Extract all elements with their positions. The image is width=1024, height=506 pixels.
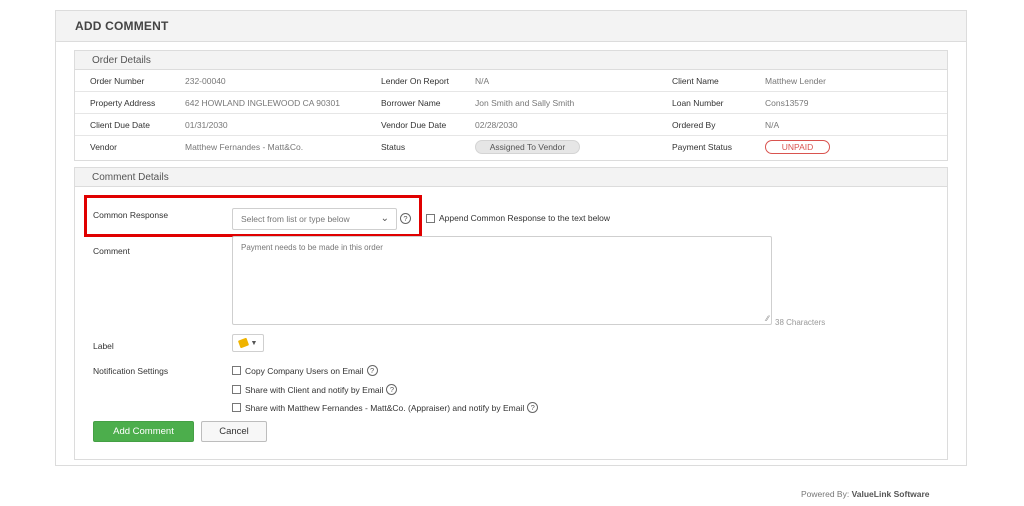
label-picker-button[interactable]: ▼ [232,334,264,352]
common-response-label: Common Response [93,210,169,220]
append-response-checkbox[interactable] [426,213,435,223]
order-details-title: Order Details [75,51,947,70]
share-with-client-label: Share with Client and notify by Email [245,384,384,395]
vendor-value: Matthew Fernandes - Matt&Co. [185,142,304,152]
resize-handle-icon[interactable]: ∕∕ [766,314,769,323]
share-with-appraiser-label: Share with Matthew Fernandes - Matt&Co. … [245,402,525,413]
client-due-date-value: 01/31/2030 [185,120,228,130]
copy-company-users-label: Copy Company Users on Email [245,365,364,376]
share-with-appraiser-checkbox[interactable] [232,403,241,412]
character-count: 38 Characters [775,318,826,327]
comment-textarea[interactable]: Payment needs to be made in this order ∕… [232,236,772,325]
vendor-label: Vendor [90,142,117,152]
append-response-option[interactable]: Append Common Response to the text below [426,213,610,223]
order-row: Property Address 642 HOWLAND INGLEWOOD C… [75,92,947,114]
page-title: ADD COMMENT [75,19,169,33]
panel-header: ADD COMMENT [56,11,966,42]
help-icon[interactable]: ? [386,384,398,395]
common-response-placeholder: Select from list or type below [241,214,350,224]
status-cell: Assigned To Vendor [475,136,580,158]
add-comment-button[interactable]: Add Comment [93,421,194,442]
footer-brand: ValueLink Software [851,489,930,499]
common-response-select[interactable]: Select from list or type below ⌄ [232,208,397,230]
comment-details-title: Comment Details [75,168,947,187]
cancel-button[interactable]: Cancel [201,421,267,442]
label-label: Label [93,341,114,351]
loan-number-value: Cons13579 [765,98,809,108]
notification-option[interactable]: Share with Client and notify by Email ? [232,384,398,395]
chevron-down-icon: ⌄ [380,213,389,224]
status-label: Status [381,142,406,152]
client-due-date-label: Client Due Date [90,120,151,130]
borrower-name-value: Jon Smith and Sally Smith [475,98,575,108]
borrower-name-label: Borrower Name [381,98,441,108]
footer: Powered By: ValueLink Software [801,489,930,499]
order-row: Client Due Date 01/31/2030 Vendor Due Da… [75,114,947,136]
payment-status-label: Payment Status [672,142,733,152]
lender-on-report-label: Lender On Report [381,76,450,86]
ordered-by-label: Ordered By [672,120,716,130]
share-with-client-checkbox[interactable] [232,385,241,394]
help-icon[interactable]: ? [366,365,378,376]
payment-status-badge: UNPAID [765,140,830,154]
ordered-by-value: N/A [765,120,780,130]
vendor-due-date-value: 02/28/2030 [475,120,518,130]
notification-option[interactable]: Copy Company Users on Email ? [232,365,378,376]
status-badge: Assigned To Vendor [475,140,580,154]
tag-icon [237,337,249,349]
order-number-value: 232-00040 [185,76,226,86]
lender-on-report-value: N/A [475,76,490,86]
property-address-value: 642 HOWLAND INGLEWOOD CA 90301 [185,98,340,108]
copy-company-users-checkbox[interactable] [232,366,241,375]
vendor-due-date-label: Vendor Due Date [381,120,447,130]
property-address-label: Property Address [90,98,156,108]
add-comment-panel: ADD COMMENT Order Details Order Number 2… [55,10,967,466]
order-row: Vendor Matthew Fernandes - Matt&Co. Stat… [75,136,947,158]
order-row: Order Number 232-00040 Lender On Report … [75,70,947,92]
help-icon[interactable]: ? [527,402,539,413]
append-response-label: Append Common Response to the text below [439,213,611,223]
comment-text: Payment needs to be made in this order [241,243,383,252]
help-icon[interactable]: ? [400,213,411,224]
payment-status-cell: UNPAID [765,136,830,158]
client-name-value: Matthew Lender [765,76,826,86]
order-number-label: Order Number [90,76,145,86]
order-details-section: Order Details Order Number 232-00040 Len… [74,50,948,161]
comment-label: Comment [93,246,130,256]
notification-option[interactable]: Share with Matthew Fernandes - Matt&Co. … [232,402,539,413]
loan-number-label: Loan Number [672,98,724,108]
caret-down-icon: ▼ [250,339,258,347]
notification-settings-label: Notification Settings [93,366,169,376]
footer-prefix: Powered By: [801,489,850,499]
client-name-label: Client Name [672,76,719,86]
